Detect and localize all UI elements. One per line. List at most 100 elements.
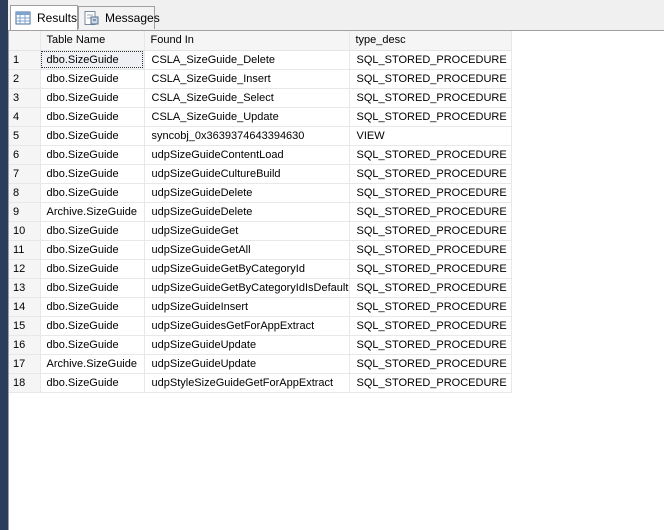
row-number[interactable]: 10 [9,221,41,241]
row-number[interactable]: 1 [9,50,41,70]
row-number[interactable]: 9 [9,202,41,222]
type-desc-cell[interactable]: SQL_STORED_PROCEDURE [349,145,512,165]
row-number[interactable]: 3 [9,88,41,108]
tab-messages-label: Messages [105,11,160,25]
column-header-found-in[interactable]: Found In [144,31,350,51]
row-number-header[interactable] [9,31,41,51]
row-number[interactable]: 8 [9,183,41,203]
table-row[interactable]: 17 Archive.SizeGuide udpSizeGuideUpdate SQL… [9,354,512,374]
row-number[interactable]: 16 [9,335,41,355]
table-row[interactable]: 5 dbo.SizeGuide syncobj_0x3639374643394630… [9,126,512,146]
found-in-cell[interactable]: syncobj_0x3639374643394630 [144,126,350,146]
tab-results[interactable]: Results [10,5,78,30]
table-row[interactable]: 16 dbo.SizeGuide udpSizeGuideUpdate SQL_STO… [9,335,512,355]
type-desc-cell[interactable]: SQL_STORED_PROCEDURE [349,202,512,222]
grid-icon [15,11,31,25]
table-row[interactable]: 10 dbo.SizeGuide udpSizeGuideGet SQL_STORED… [9,221,512,241]
found-in-cell[interactable]: udpSizeGuideContentLoad [144,145,350,165]
table-row[interactable]: 7 dbo.SizeGuide udpSizeGuideCultureBuild SQ… [9,164,512,184]
row-number[interactable]: 12 [9,259,41,279]
row-number[interactable]: 2 [9,69,41,89]
table-row[interactable]: 6 dbo.SizeGuide udpSizeGuideContentLoad SQL… [9,145,512,165]
found-in-cell[interactable]: udpSizeGuideGetByCategoryIdIsDefault [144,278,350,298]
table-row[interactable]: 8 dbo.SizeGuide udpSizeGuideDelete SQL_STOR… [9,183,512,203]
tab-messages[interactable]: Messages [78,6,160,29]
table-name-cell[interactable]: dbo.SizeGuide [40,278,145,298]
type-desc-cell[interactable]: SQL_STORED_PROCEDURE [349,354,512,374]
table-row[interactable]: 14 dbo.SizeGuide udpSizeGuideInsert SQL_STO… [9,297,512,317]
table-name-cell[interactable]: dbo.SizeGuide [40,50,145,70]
table-row[interactable]: 15 dbo.SizeGuide udpSizeGuidesGetForAppExt… [9,316,512,336]
row-number[interactable]: 15 [9,316,41,336]
results-grid: Table Name Found In type_desc 1 dbo.SizeG… [9,31,512,393]
found-in-cell[interactable]: udpSizeGuideUpdate [144,354,350,374]
type-desc-cell[interactable]: SQL_STORED_PROCEDURE [349,335,512,355]
table-name-cell[interactable]: Archive.SizeGuide [40,354,145,374]
table-name-cell[interactable]: dbo.SizeGuide [40,164,145,184]
table-name-cell[interactable]: dbo.SizeGuide [40,221,145,241]
table-row[interactable]: 13 dbo.SizeGuide udpSizeGuideGetByCategory… [9,278,512,298]
type-desc-cell[interactable]: SQL_STORED_PROCEDURE [349,164,512,184]
type-desc-cell[interactable]: SQL_STORED_PROCEDURE [349,316,512,336]
table-name-cell[interactable]: dbo.SizeGuide [40,335,145,355]
row-number[interactable]: 18 [9,373,41,393]
row-number[interactable]: 4 [9,107,41,127]
type-desc-cell[interactable]: SQL_STORED_PROCEDURE [349,278,512,298]
column-header-type-desc[interactable]: type_desc [349,31,512,51]
row-number[interactable]: 7 [9,164,41,184]
type-desc-cell[interactable]: SQL_STORED_PROCEDURE [349,88,512,108]
type-desc-cell[interactable]: VIEW [349,126,512,146]
type-desc-cell[interactable]: SQL_STORED_PROCEDURE [349,373,512,393]
table-row[interactable]: 12 dbo.SizeGuide udpSizeGuideGetByCategory… [9,259,512,279]
table-name-cell[interactable]: dbo.SizeGuide [40,183,145,203]
table-row[interactable]: 4 dbo.SizeGuide CSLA_SizeGuide_Update SQL_S… [9,107,512,127]
row-number[interactable]: 6 [9,145,41,165]
table-row[interactable]: 1 dbo.SizeGuide CSLA_SizeGuide_Delete SQL_S… [9,50,512,70]
table-row[interactable]: 9 Archive.SizeGuide udpSizeGuideDelete SQL_… [9,202,512,222]
type-desc-cell[interactable]: SQL_STORED_PROCEDURE [349,50,512,70]
row-number[interactable]: 13 [9,278,41,298]
found-in-cell[interactable]: udpSizeGuideGetAll [144,240,350,260]
type-desc-cell[interactable]: SQL_STORED_PROCEDURE [349,297,512,317]
table-row[interactable]: 11 dbo.SizeGuide udpSizeGuideGetAll SQL_STO… [9,240,512,260]
found-in-cell[interactable]: CSLA_SizeGuide_Select [144,88,350,108]
table-name-cell[interactable]: dbo.SizeGuide [40,316,145,336]
type-desc-cell[interactable]: SQL_STORED_PROCEDURE [349,183,512,203]
table-name-cell[interactable]: dbo.SizeGuide [40,240,145,260]
found-in-cell[interactable]: udpSizeGuideUpdate [144,335,350,355]
found-in-cell[interactable]: CSLA_SizeGuide_Delete [144,50,350,70]
table-name-cell[interactable]: dbo.SizeGuide [40,69,145,89]
column-header-table-name[interactable]: Table Name [40,31,145,51]
found-in-cell[interactable]: udpSizeGuideDelete [144,183,350,203]
table-name-cell[interactable]: Archive.SizeGuide [40,202,145,222]
found-in-cell[interactable]: udpSizeGuideInsert [144,297,350,317]
table-name-cell[interactable]: dbo.SizeGuide [40,126,145,146]
type-desc-cell[interactable]: SQL_STORED_PROCEDURE [349,259,512,279]
found-in-cell[interactable]: udpStyleSizeGuideGetForAppExtract [144,373,350,393]
found-in-cell[interactable]: CSLA_SizeGuide_Update [144,107,350,127]
row-number[interactable]: 5 [9,126,41,146]
found-in-cell[interactable]: udpSizeGuidesGetForAppExtract [144,316,350,336]
row-number[interactable]: 11 [9,240,41,260]
table-name-cell[interactable]: dbo.SizeGuide [40,373,145,393]
type-desc-cell[interactable]: SQL_STORED_PROCEDURE [349,107,512,127]
row-number[interactable]: 17 [9,354,41,374]
results-tabstrip: Results Messages [8,0,664,31]
table-row[interactable]: 2 dbo.SizeGuide CSLA_SizeGuide_Insert SQL_S… [9,69,512,89]
found-in-cell[interactable]: udpSizeGuideDelete [144,202,350,222]
found-in-cell[interactable]: udpSizeGuideGetByCategoryId [144,259,350,279]
found-in-cell[interactable]: udpSizeGuideCultureBuild [144,164,350,184]
type-desc-cell[interactable]: SQL_STORED_PROCEDURE [349,221,512,241]
found-in-cell[interactable]: udpSizeGuideGet [144,221,350,241]
table-row[interactable]: 3 dbo.SizeGuide CSLA_SizeGuide_Select SQL_S… [9,88,512,108]
table-name-cell[interactable]: dbo.SizeGuide [40,259,145,279]
table-row[interactable]: 18 dbo.SizeGuide udpStyleSizeGuideGetForAp… [9,373,512,393]
type-desc-cell[interactable]: SQL_STORED_PROCEDURE [349,240,512,260]
type-desc-cell[interactable]: SQL_STORED_PROCEDURE [349,69,512,89]
table-name-cell[interactable]: dbo.SizeGuide [40,107,145,127]
found-in-cell[interactable]: CSLA_SizeGuide_Insert [144,69,350,89]
table-name-cell[interactable]: dbo.SizeGuide [40,297,145,317]
table-name-cell[interactable]: dbo.SizeGuide [40,88,145,108]
row-number[interactable]: 14 [9,297,41,317]
table-name-cell[interactable]: dbo.SizeGuide [40,145,145,165]
